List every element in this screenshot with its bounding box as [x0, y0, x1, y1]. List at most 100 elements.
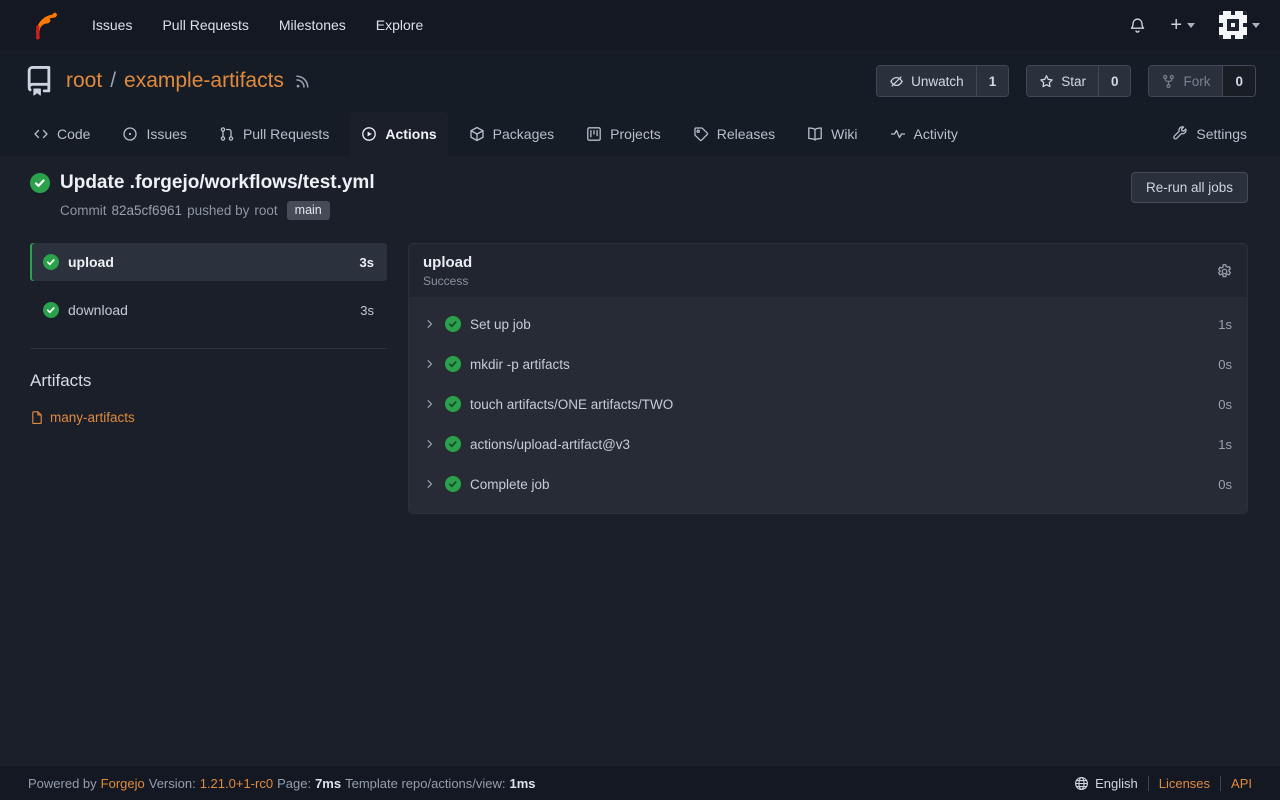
job-item-download[interactable]: download 3s: [30, 291, 387, 329]
tab-code[interactable]: Code: [22, 112, 101, 156]
licenses-link[interactable]: Licenses: [1159, 776, 1210, 791]
success-check-icon: [445, 396, 461, 412]
tab-label: Wiki: [831, 126, 857, 142]
watch-count[interactable]: 1: [976, 66, 1009, 96]
forgejo-logo-icon[interactable]: [28, 10, 58, 40]
success-check-icon: [445, 356, 461, 372]
tab-pull-requests[interactable]: Pull Requests: [208, 112, 340, 156]
step-name: Set up job: [470, 317, 531, 332]
run-header: Update .forgejo/workflows/test.yml Commi…: [30, 172, 1248, 220]
unwatch-button[interactable]: Unwatch 1: [876, 65, 1009, 97]
run-title: Update .forgejo/workflows/test.yml: [60, 172, 375, 194]
repo-icon: [24, 66, 54, 96]
star-button[interactable]: Star 0: [1026, 65, 1131, 97]
rerun-all-jobs-button[interactable]: Re-run all jobs: [1131, 172, 1248, 203]
create-new-dropdown-button[interactable]: +: [1170, 15, 1195, 35]
tab-actions[interactable]: Actions: [350, 112, 447, 156]
artifact-name: many-artifacts: [50, 410, 135, 425]
issue-icon: [122, 126, 138, 142]
step-row-mkdir[interactable]: mkdir -p artifacts 0s: [409, 344, 1247, 384]
repo-name-link[interactable]: example-artifacts: [124, 69, 284, 93]
chevron-right-icon[interactable]: [424, 318, 436, 330]
package-icon: [469, 126, 485, 142]
success-check-icon: [43, 254, 59, 270]
footer: Powered by Forgejo Version: 1.21.0+1-rc0…: [0, 766, 1280, 800]
tab-label: Projects: [610, 126, 661, 142]
job-name: upload: [68, 254, 114, 270]
tab-label: Activity: [914, 126, 958, 142]
tab-label: Pull Requests: [243, 126, 329, 142]
repo-tabs: Code Issues Pull Requests Actions P: [0, 112, 1280, 156]
job-detail-header: upload Success: [409, 244, 1247, 297]
fork-button[interactable]: Fork 0: [1148, 65, 1256, 97]
repo-owner-link[interactable]: root: [66, 69, 102, 93]
divider: [1220, 776, 1221, 791]
job-duration: 3s: [360, 255, 374, 270]
step-row-complete-job[interactable]: Complete job 0s: [409, 464, 1247, 504]
job-item-upload[interactable]: upload 3s: [30, 243, 387, 281]
step-row-setup-job[interactable]: Set up job 1s: [409, 304, 1247, 344]
unwatch-label: Unwatch: [911, 74, 964, 89]
tab-label: Packages: [493, 126, 554, 142]
tab-packages[interactable]: Packages: [458, 112, 565, 156]
fork-label: Fork: [1183, 74, 1210, 89]
commit-sha-link[interactable]: 82a5cf6961: [112, 203, 183, 218]
chevron-right-icon[interactable]: [424, 478, 436, 490]
tab-projects[interactable]: Projects: [575, 112, 672, 156]
success-check-icon: [445, 436, 461, 452]
nav-link-explore[interactable]: Explore: [376, 17, 423, 33]
api-link[interactable]: API: [1231, 776, 1252, 791]
chevron-right-icon[interactable]: [424, 438, 436, 450]
commit-author: root: [254, 203, 277, 218]
notifications-bell-button[interactable]: [1129, 17, 1146, 34]
globe-icon: [1074, 776, 1089, 791]
star-count[interactable]: 0: [1098, 66, 1131, 96]
divider: [1148, 776, 1149, 791]
tab-issues[interactable]: Issues: [111, 112, 197, 156]
nav-link-issues[interactable]: Issues: [92, 17, 132, 33]
user-menu-button[interactable]: [1219, 11, 1260, 39]
pull-request-icon: [219, 126, 235, 142]
forgejo-link[interactable]: Forgejo: [101, 776, 145, 791]
actions-run-view: Update .forgejo/workflows/test.yml Commi…: [0, 156, 1280, 766]
tab-releases[interactable]: Releases: [682, 112, 786, 156]
page-time-label: Page:: [277, 776, 311, 791]
tab-activity[interactable]: Activity: [879, 112, 969, 156]
pulse-icon: [890, 126, 906, 142]
chevron-right-icon[interactable]: [424, 358, 436, 370]
branch-badge[interactable]: main: [287, 201, 330, 220]
chevron-right-icon[interactable]: [424, 398, 436, 410]
success-check-icon: [445, 476, 461, 492]
breadcrumb-separator: /: [110, 69, 116, 93]
step-row-touch-artifacts[interactable]: touch artifacts/ONE artifacts/TWO 0s: [409, 384, 1247, 424]
nav-links: Issues Pull Requests Milestones Explore: [92, 17, 423, 33]
tab-settings[interactable]: Settings: [1161, 112, 1258, 156]
step-row-upload-artifact[interactable]: actions/upload-artifact@v3 1s: [409, 424, 1247, 464]
page: { "colors": { "accent_orange": "#e08a3e"…: [0, 0, 1280, 800]
nav-link-milestones[interactable]: Milestones: [279, 17, 346, 33]
tools-icon: [1172, 126, 1188, 142]
tab-wiki[interactable]: Wiki: [796, 112, 868, 156]
fork-count[interactable]: 0: [1222, 66, 1255, 96]
version-label: Version:: [149, 776, 196, 791]
success-check-icon: [445, 316, 461, 332]
eye-slash-icon: [889, 74, 904, 89]
job-duration: 3s: [360, 303, 374, 318]
template-time-label: Template repo/actions/view:: [345, 776, 505, 791]
repo-header: root / example-artifacts Unwatch 1: [0, 50, 1280, 112]
version-link[interactable]: 1.21.0+1-rc0: [200, 776, 273, 791]
repo-breadcrumb: root / example-artifacts: [66, 69, 284, 93]
step-duration: 0s: [1218, 477, 1232, 492]
language-picker[interactable]: English: [1074, 776, 1138, 791]
artifact-link-many-artifacts[interactable]: many-artifacts: [30, 410, 135, 425]
nav-link-pull-requests[interactable]: Pull Requests: [162, 17, 248, 33]
star-label: Star: [1061, 74, 1086, 89]
repo-actions: Unwatch 1 Star 0: [876, 65, 1256, 97]
top-navbar: Issues Pull Requests Milestones Explore …: [0, 0, 1280, 50]
rss-icon[interactable]: [294, 73, 311, 90]
actions-play-icon: [361, 126, 377, 142]
powered-by-label: Powered by: [28, 776, 97, 791]
step-name: touch artifacts/ONE artifacts/TWO: [470, 397, 673, 412]
gear-icon[interactable]: [1216, 263, 1233, 280]
step-duration: 1s: [1218, 317, 1232, 332]
